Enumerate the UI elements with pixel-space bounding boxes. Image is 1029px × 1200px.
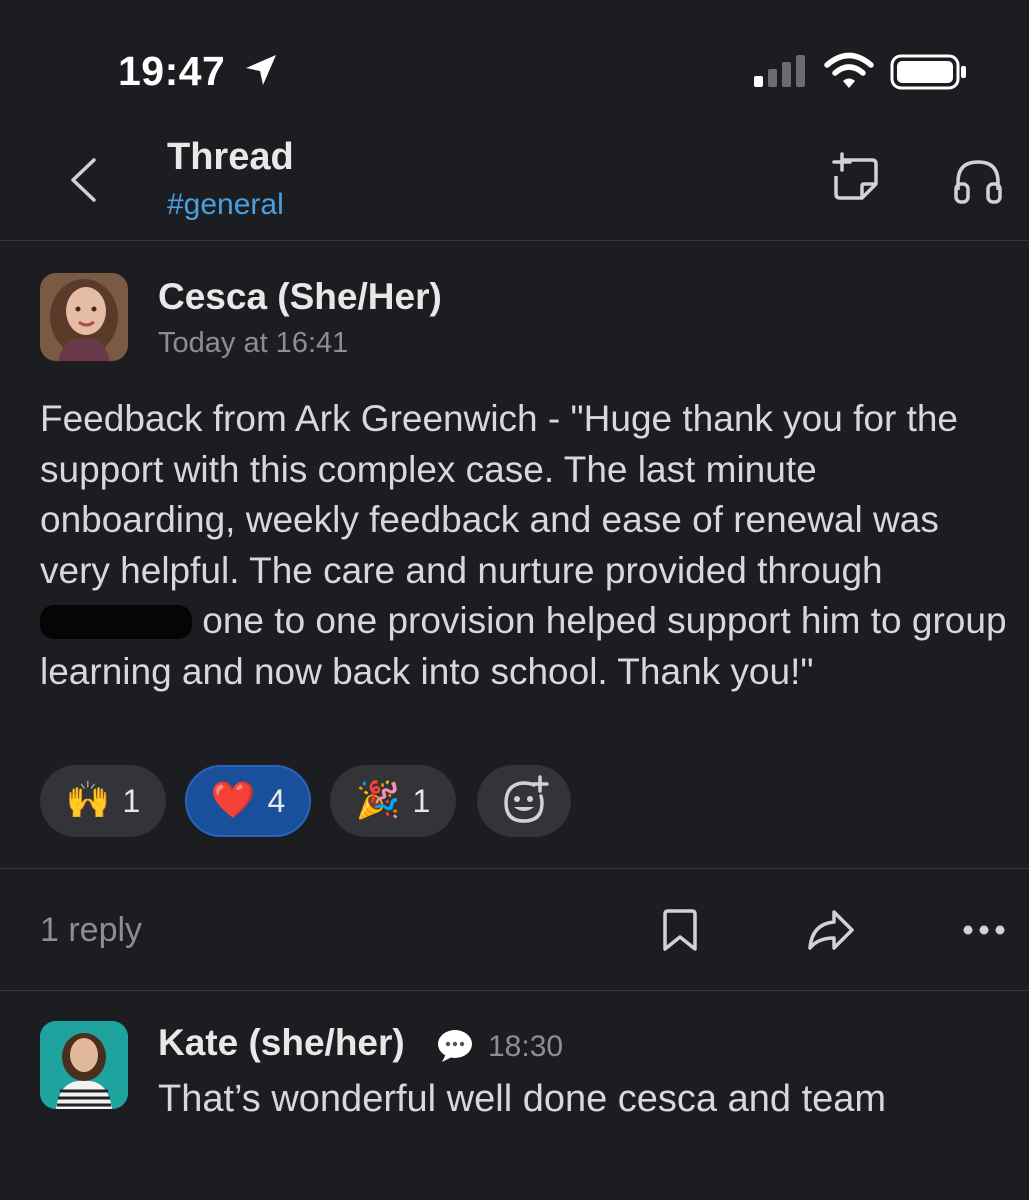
channel-link[interactable]: #general [167, 188, 284, 222]
party-popper-emoji: 🎉 [355, 780, 401, 821]
header-divider [0, 240, 1029, 241]
message-text-part1: Feedback from Ark Greenwich - "Huge than… [40, 398, 959, 591]
page-title: Thread [167, 136, 294, 178]
speech-bubble-icon [438, 1030, 472, 1062]
reply-text: That’s wonderful well done cesca and tea… [158, 1078, 887, 1120]
wifi-icon [824, 52, 874, 88]
reaction-party-popper[interactable]: 🎉 1 [330, 765, 456, 837]
add-canvas-icon[interactable] [828, 152, 882, 206]
reaction-raised-hands[interactable]: 🙌 1 [40, 765, 166, 837]
cellular-signal-icon [754, 55, 805, 87]
location-arrow-icon [246, 55, 276, 85]
reply-count: 1 reply [40, 911, 143, 949]
share-icon[interactable] [806, 908, 856, 952]
reaction-count: 1 [122, 782, 141, 819]
reply-bar-divider [0, 990, 1029, 991]
more-horizontal-icon[interactable] [960, 918, 1008, 942]
redaction-mark [40, 605, 192, 639]
message-body: Feedback from Ark Greenwich - "Huge than… [40, 394, 1015, 697]
reply-time: 18:30 [488, 1030, 564, 1063]
message-divider [0, 868, 1029, 869]
raised-hands-emoji: 🙌 [65, 780, 111, 821]
reply-author[interactable]: Kate (she/her) [158, 1022, 405, 1064]
headphones-icon[interactable] [950, 156, 1006, 206]
chevron-left-icon [71, 158, 96, 202]
add-reaction-button[interactable] [477, 765, 571, 837]
avatar[interactable] [40, 273, 128, 361]
reaction-heart[interactable]: ❤️ 4 [185, 765, 311, 837]
status-time: 19:47 [118, 48, 226, 94]
reaction-count: 4 [267, 782, 286, 819]
message-timestamp: Today at 16:41 [158, 327, 349, 359]
back-button[interactable] [58, 150, 108, 210]
message-author[interactable]: Cesca (She/Her) [158, 276, 442, 318]
add-emoji-icon [504, 775, 549, 823]
heart-emoji: ❤️ [210, 780, 256, 821]
reaction-count: 1 [412, 782, 431, 819]
battery-icon [890, 54, 966, 90]
bookmark-icon[interactable] [660, 907, 700, 953]
avatar[interactable] [40, 1021, 128, 1109]
